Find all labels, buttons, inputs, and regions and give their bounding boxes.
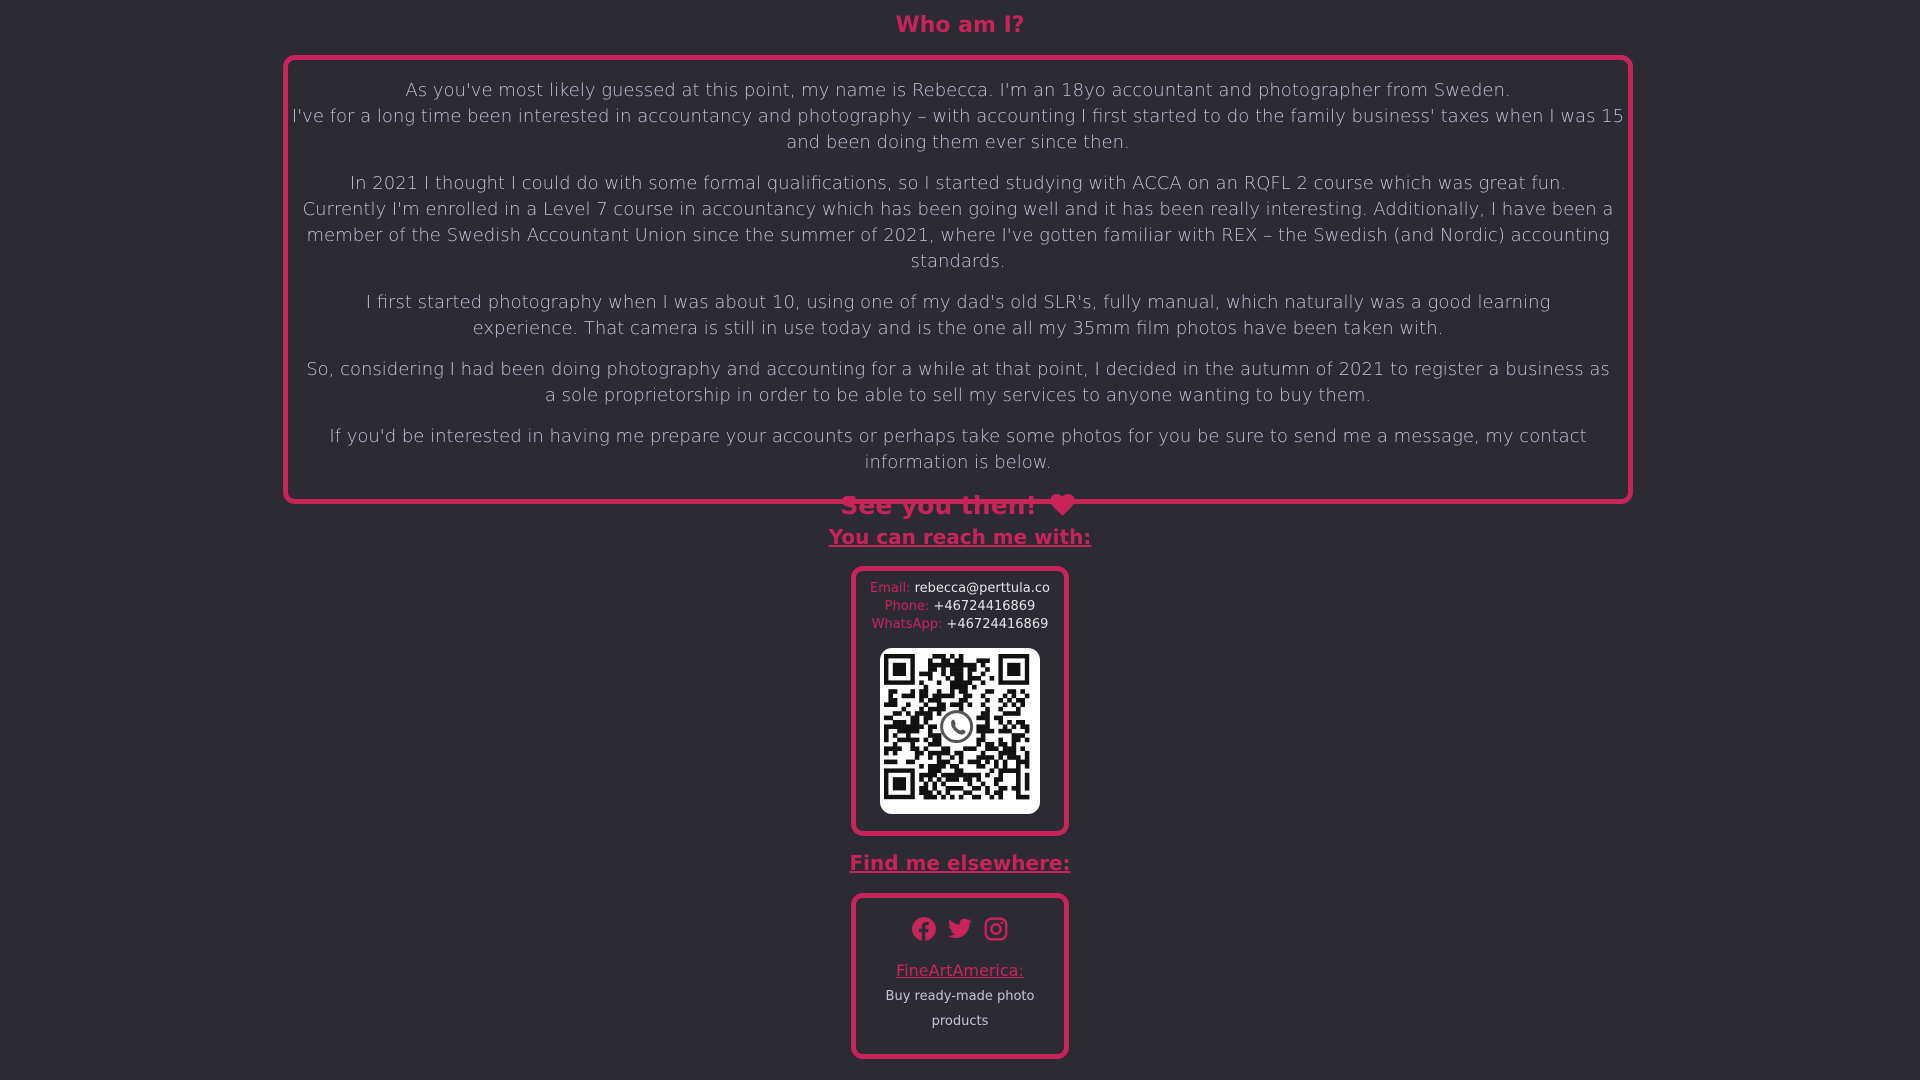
about-paragraph-4: So, considering I had been doing photogr… bbox=[306, 359, 1610, 406]
facebook-icon[interactable] bbox=[911, 916, 937, 942]
closing-text: See you then! bbox=[840, 491, 1037, 520]
heart-icon bbox=[1050, 493, 1076, 523]
social-box: FineArtAmerica: Buy ready-made photo pro… bbox=[851, 893, 1069, 1059]
about-box: As you've most likely guessed at this po… bbox=[283, 55, 1633, 520]
whatsapp-qr-code[interactable] bbox=[880, 648, 1040, 814]
phone-value[interactable]: +46724416869 bbox=[933, 599, 1035, 614]
contact-box: Email: rebecca@perttula.co Phone: +46724… bbox=[851, 566, 1069, 836]
social-icons bbox=[856, 916, 1064, 942]
phone-label: Phone: bbox=[884, 599, 930, 614]
elsewhere-title[interactable]: Find me elsewhere: bbox=[0, 851, 1920, 875]
twitter-icon[interactable] bbox=[947, 916, 973, 942]
about-paragraph-3: I first started photography when I was a… bbox=[365, 292, 1551, 339]
about-paragraph-1: As you've most likely guessed at this po… bbox=[291, 80, 1625, 153]
whatsapp-value[interactable]: +46724416869 bbox=[946, 617, 1048, 632]
phone-line: Phone: +46724416869 bbox=[856, 598, 1064, 616]
about-paragraph-5: If you'd be interested in having me prep… bbox=[329, 426, 1587, 473]
instagram-icon[interactable] bbox=[983, 916, 1009, 942]
fineartamerica-link[interactable]: FineArtAmerica: bbox=[856, 961, 1064, 980]
page: Who am I? As you've most likely guessed … bbox=[0, 0, 1920, 1080]
fineartamerica-description: Buy ready-made photo products bbox=[885, 989, 1035, 1029]
email-line: Email: rebecca@perttula.co bbox=[856, 580, 1064, 598]
contact-title[interactable]: You can reach me with: bbox=[0, 525, 1920, 549]
whatsapp-label: WhatsApp: bbox=[871, 617, 943, 632]
closing-line: See you then! bbox=[288, 491, 1628, 523]
email-value[interactable]: rebecca@perttula.co bbox=[915, 581, 1050, 596]
about-paragraph-2: In 2021 I thought I could do with some f… bbox=[302, 173, 1614, 272]
whatsapp-line: WhatsApp: +46724416869 bbox=[856, 616, 1064, 634]
about-title: Who am I? bbox=[895, 13, 1025, 38]
email-label: Email: bbox=[869, 581, 911, 596]
